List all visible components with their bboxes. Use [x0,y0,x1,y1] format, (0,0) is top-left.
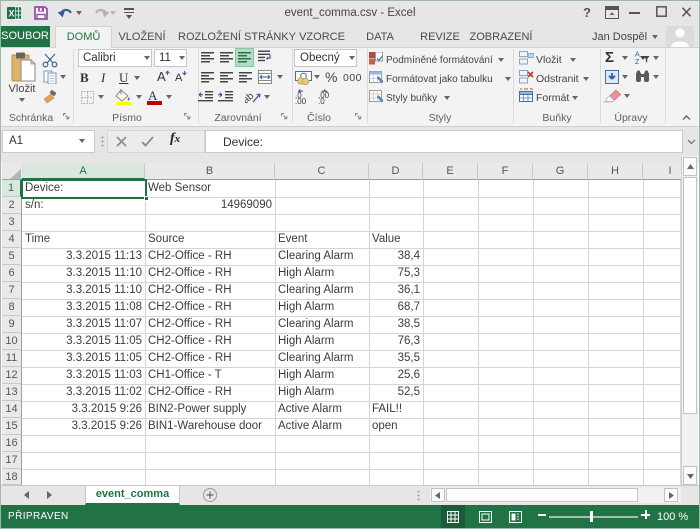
svg-text:A: A [175,72,183,83]
svg-text:A: A [157,70,166,83]
svg-text:Z: Z [635,59,640,65]
svg-text:,00: ,00 [295,97,307,104]
svg-text:,0: ,0 [318,97,325,104]
svg-text:ab: ab [245,90,256,104]
svg-text:X: X [8,9,14,19]
svg-text:A: A [635,52,640,59]
